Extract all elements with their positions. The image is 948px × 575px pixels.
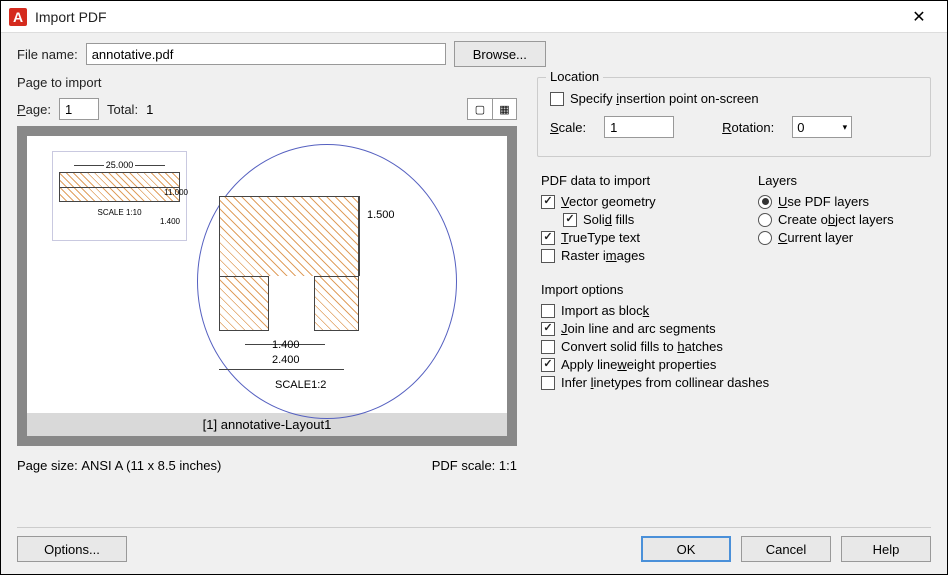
app-icon: A: [9, 8, 27, 26]
rotation-label: Rotation:: [722, 120, 774, 135]
current-layer-radio[interactable]: Current layer: [758, 230, 927, 245]
help-button[interactable]: Help: [841, 536, 931, 562]
create-object-layers-radio[interactable]: Create object layers: [758, 212, 927, 227]
checkbox-icon: [541, 376, 555, 390]
specify-insertion-checkbox[interactable]: Specify insertion point on-screen: [550, 91, 918, 106]
close-icon: ✕: [912, 7, 925, 27]
ok-button[interactable]: OK: [641, 536, 731, 562]
radio-icon: [758, 195, 772, 209]
checkbox-icon: [541, 304, 555, 318]
checkbox-icon: [541, 340, 555, 354]
join-segments-checkbox[interactable]: Join line and arc segments: [541, 321, 927, 336]
checkbox-icon: [541, 249, 555, 263]
close-button[interactable]: ✕: [899, 1, 939, 33]
sub-dim-bottom: 1.400: [59, 217, 180, 226]
import-as-block-checkbox[interactable]: Import as block: [541, 303, 927, 318]
convert-fills-checkbox[interactable]: Convert solid fills to hatches: [541, 339, 927, 354]
checkbox-icon: [541, 195, 555, 209]
main-scale: SCALE1:2: [275, 379, 326, 391]
use-pdf-layers-radio[interactable]: Use PDF layers: [758, 194, 927, 209]
checkbox-icon: [563, 213, 577, 227]
truetype-text-checkbox[interactable]: TrueType text: [541, 230, 710, 245]
sub-dim-side: 11.000: [164, 188, 188, 197]
dim-h2: 2.400: [272, 354, 300, 366]
lineweight-checkbox[interactable]: Apply lineweight properties: [541, 357, 927, 372]
chevron-down-icon: ▾: [843, 122, 848, 133]
page-label: Page:: [17, 102, 51, 117]
dim-h1: 1.400: [272, 339, 300, 351]
solid-fills-checkbox[interactable]: Solid fills: [563, 212, 710, 227]
window-title: Import PDF: [35, 9, 899, 25]
preview-canvas[interactable]: 25.000 11.000 SCALE 1:10 1.400: [27, 136, 507, 413]
options-button[interactable]: Options...: [17, 536, 127, 562]
radio-icon: [758, 213, 772, 227]
total-label: Total:: [107, 102, 138, 117]
view-mode-toggle[interactable]: ▢ ▦: [467, 98, 517, 120]
filename-input[interactable]: [86, 43, 446, 65]
raster-images-checkbox[interactable]: Raster images: [541, 248, 710, 263]
rotation-select[interactable]: 0 ▾: [792, 116, 852, 138]
titlebar: A Import PDF ✕: [1, 1, 947, 33]
checkbox-icon: [541, 358, 555, 372]
import-options-title: Import options: [541, 282, 927, 297]
vector-geometry-checkbox[interactable]: Vector geometry: [541, 194, 710, 209]
cancel-button[interactable]: Cancel: [741, 536, 831, 562]
radio-icon: [758, 231, 772, 245]
single-view-icon[interactable]: ▢: [468, 99, 492, 119]
preview-frame: 25.000 11.000 SCALE 1:10 1.400: [17, 126, 517, 446]
page-to-import-title: Page to import: [17, 75, 517, 90]
total-value: 1: [146, 102, 153, 117]
infer-linetypes-checkbox[interactable]: Infer linetypes from collinear dashes: [541, 375, 927, 390]
pdf-data-title: PDF data to import: [541, 173, 710, 188]
checkbox-icon: [541, 231, 555, 245]
grid-view-icon[interactable]: ▦: [492, 99, 516, 119]
checkbox-icon: [550, 92, 564, 106]
dim-vertical: 1.500: [367, 209, 395, 221]
layers-title: Layers: [758, 173, 927, 188]
sub-drawing: 25.000 11.000 SCALE 1:10 1.400: [52, 151, 187, 241]
main-drawing: 1.500 1.400 2.400 SCALE1:2: [197, 144, 457, 419]
location-group: Location Specify insertion point on-scre…: [537, 77, 931, 157]
scale-label: Scale:: [550, 120, 586, 135]
filename-label: File name:: [17, 47, 78, 62]
checkbox-icon: [541, 322, 555, 336]
sub-scale: SCALE 1:10: [59, 208, 180, 217]
browse-button[interactable]: Browse...: [454, 41, 546, 67]
location-title: Location: [546, 69, 603, 84]
page-input[interactable]: [59, 98, 99, 120]
pdf-scale: PDF scale: 1:1: [432, 458, 517, 473]
scale-input[interactable]: [604, 116, 674, 138]
page-size: Page size: ANSI A (11 x 8.5 inches): [17, 458, 221, 473]
sub-dim-top: 25.000: [59, 160, 180, 170]
